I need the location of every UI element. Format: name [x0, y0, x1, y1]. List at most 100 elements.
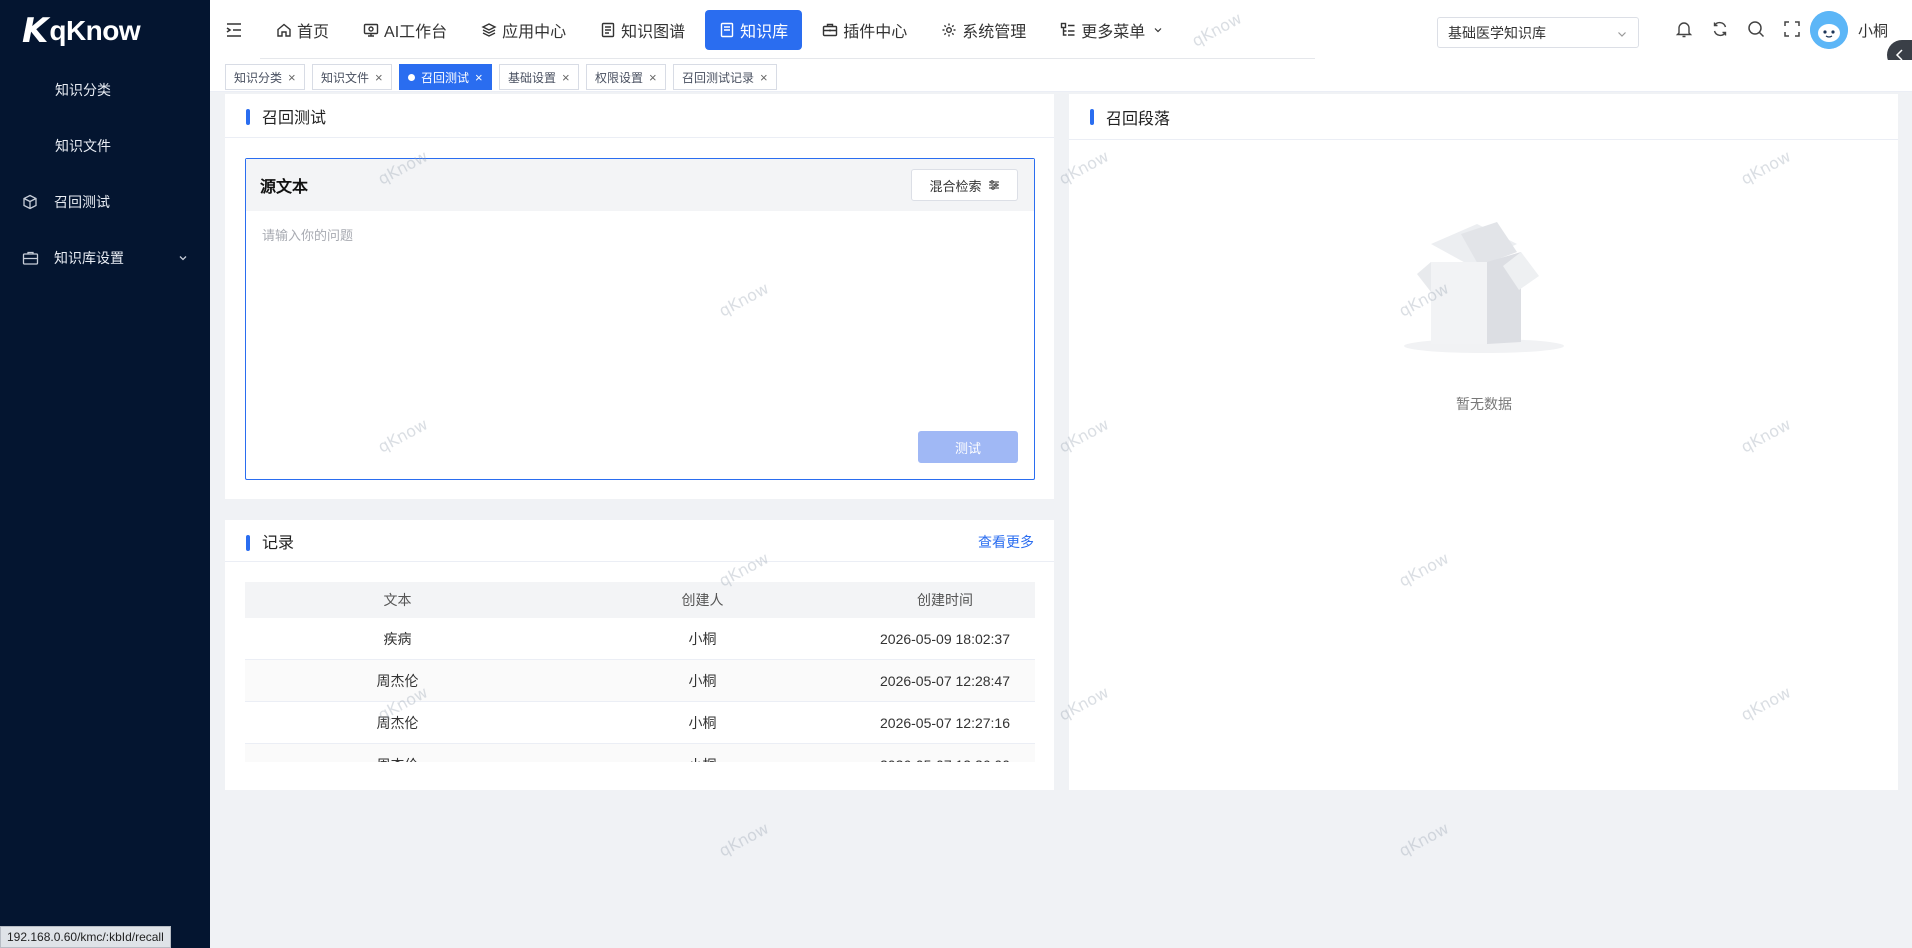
- nav-knowledge-base[interactable]: 知识库: [705, 10, 803, 50]
- nav-app-center[interactable]: 应用中心: [467, 10, 580, 50]
- test-button[interactable]: 测试: [918, 431, 1018, 463]
- watermark: qKnow: [715, 818, 772, 861]
- sidebar-item-knowledge-file[interactable]: 知识文件: [0, 118, 210, 174]
- recall-test-panel: 召回测试 源文本 混合检索 请输入你的问题 测试: [225, 94, 1054, 499]
- sidebar-item-recall-test[interactable]: 召回测试: [0, 174, 210, 230]
- briefcase-icon: [20, 248, 40, 268]
- menu-collapse-icon[interactable]: [224, 20, 244, 40]
- table-row[interactable]: 周杰伦 小桐 2026-05-07 12:26:00: [245, 744, 1035, 762]
- cell-creator: 小桐: [688, 672, 717, 689]
- sidebar: K qKnow 知识分类 知识文件 召回测试 知识库设置: [0, 0, 210, 948]
- nav-more-menu[interactable]: 更多菜单: [1046, 10, 1177, 50]
- records-panel: 记录 查看更多 文本 创建人 创建时间 疾病 小桐 2026-05-09 18:…: [225, 520, 1054, 790]
- source-text-header: 源文本 混合检索: [246, 159, 1034, 211]
- status-url: 192.168.0.60/kmc/:kbId/recall: [0, 926, 171, 948]
- cell-creator: 小桐: [688, 630, 717, 647]
- nav-knowledge-graph[interactable]: 知识图谱: [586, 10, 699, 50]
- logo-mark-icon: K: [22, 11, 48, 51]
- book-icon: [720, 22, 734, 38]
- table-row[interactable]: 疾病 小桐 2026-05-09 18:02:37: [245, 618, 1035, 660]
- nav-label: 系统管理: [962, 24, 1027, 41]
- cell-text: 疾病: [383, 630, 412, 647]
- bell-icon[interactable]: [1674, 19, 1694, 39]
- tab-label: 召回测试: [421, 70, 470, 85]
- view-more-link[interactable]: 查看更多: [978, 532, 1034, 552]
- sidebar-item-label: 知识分类: [55, 82, 111, 98]
- table-row[interactable]: 周杰伦 小桐 2026-05-07 12:28:47: [245, 660, 1035, 702]
- records-table: 文本 创建人 创建时间 疾病 小桐 2026-05-09 18:02:37 周杰…: [245, 582, 1035, 762]
- close-icon[interactable]: ×: [649, 70, 657, 85]
- cell-text: 周杰伦: [376, 672, 419, 689]
- panel-title: 记录 查看更多: [225, 520, 1054, 562]
- gear-icon: [942, 23, 956, 37]
- cell-time: 2026-05-07 12:27:16: [880, 714, 1010, 731]
- nav-label: 更多菜单: [1081, 24, 1146, 41]
- tab-permission-settings[interactable]: 权限设置 ×: [586, 64, 666, 90]
- refresh-icon[interactable]: [1710, 19, 1730, 39]
- watermark: qKnow: [1395, 818, 1452, 861]
- empty-text: 暂无数据: [1456, 396, 1512, 412]
- sidebar-item-knowledge-category[interactable]: 知识分类: [0, 62, 210, 118]
- main-nav: 首页 AI工作台 应用中心 知识图谱 知识库 插件中心 系统管理 更多菜单: [262, 10, 1183, 50]
- tab-label: 知识分类: [234, 70, 283, 85]
- question-input[interactable]: 请输入你的问题: [262, 225, 353, 244]
- nav-label: 知识图谱: [621, 24, 686, 41]
- retrieval-mode-label: 混合检索: [929, 178, 982, 194]
- tab-knowledge-category[interactable]: 知识分类 ×: [225, 64, 305, 90]
- cell-creator: 小桐: [688, 714, 717, 731]
- table-row[interactable]: 周杰伦 小桐 2026-05-07 12:27:16: [245, 702, 1035, 744]
- header-divider: [260, 58, 1315, 59]
- tab-knowledge-file[interactable]: 知识文件 ×: [312, 64, 392, 90]
- kb-select-value: 基础医学知识库: [1448, 24, 1546, 41]
- sidebar-item-label: 知识文件: [55, 138, 111, 154]
- logo[interactable]: K qKnow: [0, 0, 210, 62]
- nav-plugin-center[interactable]: 插件中心: [808, 10, 921, 50]
- kb-select[interactable]: 基础医学知识库: [1437, 17, 1639, 48]
- sliders-icon: [988, 180, 999, 190]
- column-header-time: 创建时间: [917, 592, 973, 608]
- chevron-down-icon: [178, 250, 188, 266]
- close-icon[interactable]: ×: [475, 70, 483, 85]
- chevron-down-icon: [1154, 28, 1162, 33]
- source-text-box: 源文本 混合检索 请输入你的问题 测试: [245, 158, 1035, 480]
- avatar[interactable]: [1810, 11, 1848, 49]
- fullscreen-icon[interactable]: [1782, 19, 1802, 39]
- tab-label: 召回测试记录: [682, 70, 755, 85]
- panel-title: 召回段落: [1069, 94, 1898, 140]
- retrieval-mode-button[interactable]: 混合检索: [911, 169, 1018, 201]
- column-header-creator: 创建人: [681, 592, 724, 608]
- cell-time: 2026-05-07 12:28:47: [880, 672, 1010, 689]
- close-icon[interactable]: ×: [375, 70, 383, 85]
- tab-label: 权限设置: [595, 70, 644, 85]
- tab-recall-test[interactable]: 召回测试 ×: [399, 64, 492, 90]
- layers-icon: [481, 23, 497, 37]
- nav-label: 知识库: [740, 24, 789, 41]
- close-icon[interactable]: ×: [288, 70, 296, 85]
- close-icon[interactable]: ×: [562, 70, 570, 85]
- source-text-title: 源文本: [260, 179, 309, 196]
- search-icon[interactable]: [1746, 19, 1766, 39]
- close-icon[interactable]: ×: [760, 70, 768, 85]
- panel-title: 召回测试: [225, 94, 1054, 138]
- nav-label: 应用中心: [502, 24, 567, 41]
- column-header-text: 文本: [383, 592, 412, 608]
- nav-label: 插件中心: [843, 24, 908, 41]
- nav-home[interactable]: 首页: [262, 10, 343, 50]
- tab-recall-test-records[interactable]: 召回测试记录 ×: [673, 64, 777, 90]
- page-tabs: 知识分类 × 知识文件 × 召回测试 × 基础设置 × 权限设置 × 召回测试记录 ×: [210, 60, 1912, 92]
- nav-system-management[interactable]: 系统管理: [927, 10, 1040, 50]
- tab-label: 基础设置: [508, 70, 557, 85]
- username[interactable]: 小桐: [1858, 20, 1888, 41]
- cell-text: 周杰伦: [376, 714, 419, 731]
- table-header: 文本 创建人 创建时间: [245, 582, 1035, 618]
- home-icon: [277, 23, 291, 37]
- active-dot-icon: [408, 73, 415, 81]
- monitor-icon: [363, 23, 379, 37]
- cell-text: 周杰伦: [245, 744, 550, 763]
- sidebar-item-kb-settings[interactable]: 知识库设置: [0, 230, 210, 286]
- tab-basic-settings[interactable]: 基础设置 ×: [499, 64, 579, 90]
- cell-time: 2026-05-09 18:02:37: [880, 630, 1010, 647]
- nav-ai-workbench[interactable]: AI工作台: [349, 10, 461, 50]
- recall-paragraphs-panel: 召回段落 暂无数据: [1069, 94, 1898, 790]
- nav-label: AI工作台: [384, 24, 448, 41]
